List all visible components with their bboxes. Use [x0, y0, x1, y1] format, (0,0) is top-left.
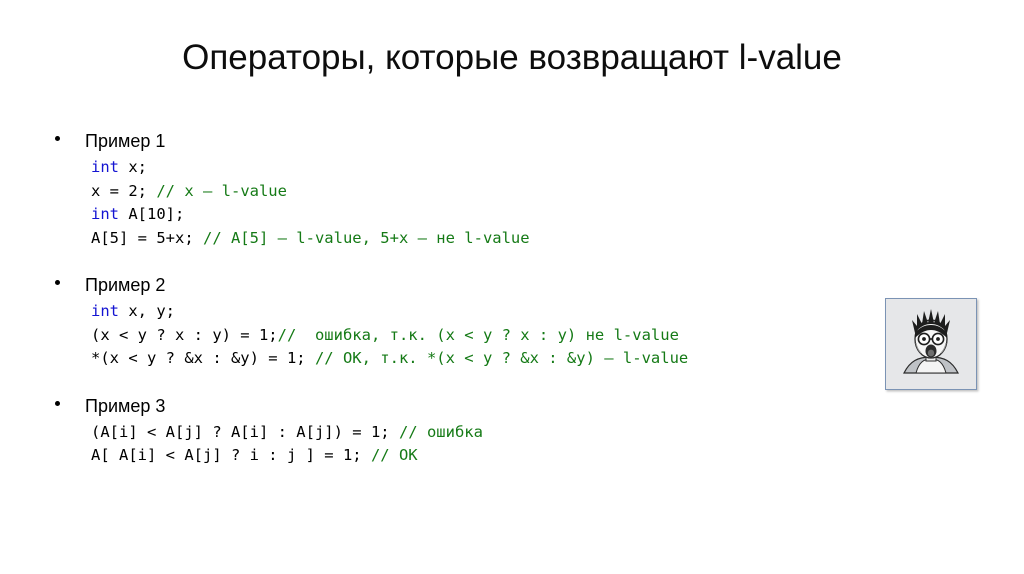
code-token-code: A[10];	[119, 205, 185, 223]
code-line: A[ A[i] < A[j] ? i : j ] = 1; // OK	[91, 444, 1024, 468]
example-heading: Пример 1	[85, 131, 166, 151]
code-token-code: x, y;	[119, 302, 175, 320]
code-token-keyword: int	[91, 158, 119, 176]
code-token-code: A[5] = 5+x;	[91, 228, 203, 247]
code-token-code: x;	[119, 158, 147, 176]
code-block: int x; x = 2; // x – l-value int A[10]; A[5…	[85, 156, 1024, 250]
code-token-comment: // ошибка, т.к. (x < y ? x : y) не l-val…	[277, 325, 679, 344]
bullet-dot-icon	[55, 136, 60, 141]
code-line: (A[i] < A[j] ? A[i] : A[j]) = 1; // ошиб…	[91, 421, 1024, 445]
example-block: Пример 2 int x, y; (x < y ? x : y) = 1;// …	[0, 272, 1024, 371]
code-line: A[5] = 5+x; // A[5] – l-value, 5+x – не …	[91, 227, 1024, 251]
code-token-comment: // A[5] – l-value, 5+x – не l-value	[202, 228, 530, 247]
code-token-keyword: int	[91, 205, 119, 223]
code-block: (A[i] < A[j] ? A[i] : A[j]) = 1; // ошиб…	[85, 421, 1024, 468]
code-token-comment: // OK	[370, 446, 418, 464]
code-line: x = 2; // x – l-value	[91, 180, 1024, 204]
code-token-code: *(x < y ? &x : &y) = 1;	[91, 349, 315, 367]
bullet-dot-icon	[55, 400, 60, 406]
code-token-keyword: int	[91, 302, 119, 320]
code-token-code: A[ A[i] < A[j] ? i : j ] = 1;	[91, 446, 371, 464]
code-token-comment: // ошибка	[398, 422, 483, 441]
example-block: Пример 3 (A[i] < A[j] ? A[i] : A[j]) = 1;…	[0, 393, 1024, 468]
example-heading: Пример 2	[85, 275, 166, 295]
bullet-dot-icon	[55, 280, 60, 285]
code-token-code: (x < y ? x : y) = 1;	[91, 325, 278, 344]
code-line: int x;	[91, 156, 1024, 180]
example-heading: Пример 3	[85, 395, 166, 416]
code-token-code: x = 2;	[91, 181, 157, 200]
page-title: Операторы, которые возвращают l-value	[182, 38, 842, 77]
shocked-face-icon	[886, 299, 976, 389]
shocked-man-illustration	[885, 298, 977, 390]
code-token-comment: // OK, т.к. *(x < y ? &x : &y) – l-value	[314, 349, 689, 367]
code-block: int x, y; (x < y ? x : y) = 1;// ошибка, …	[85, 300, 1024, 371]
code-token-comment: // x – l-value	[156, 181, 287, 200]
slide-content: Пример 1 int x; x = 2; // x – l-value int A…	[0, 128, 1024, 490]
code-line: int A[10];	[91, 203, 1024, 227]
code-token-code: (A[i] < A[j] ? A[i] : A[j]) = 1;	[91, 422, 399, 441]
example-block: Пример 1 int x; x = 2; // x – l-value int A…	[0, 128, 1024, 250]
